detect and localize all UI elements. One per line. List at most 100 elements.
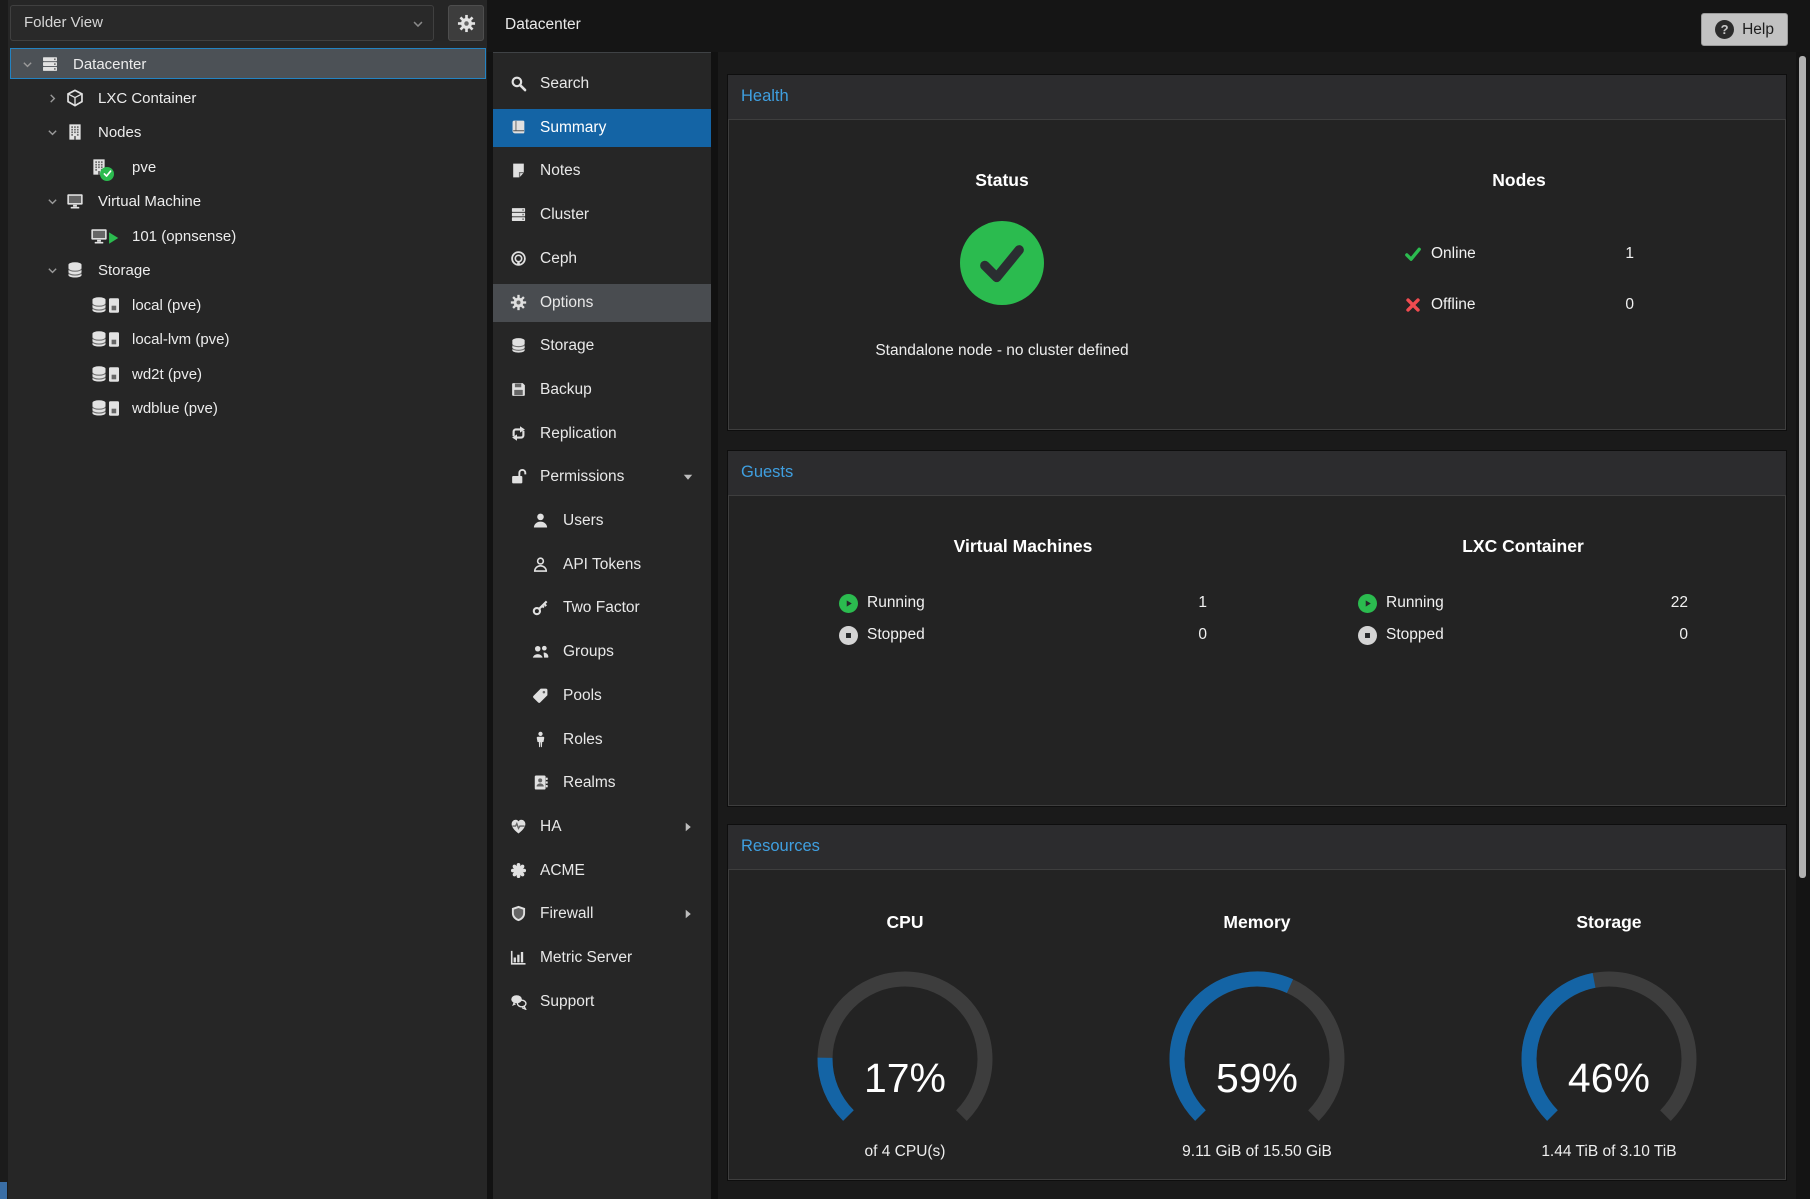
nav-item-two-factor[interactable]: Two Factor xyxy=(493,589,711,627)
nav-item-search[interactable]: Search xyxy=(493,65,711,103)
nav-item-cluster[interactable]: Cluster xyxy=(493,196,711,234)
nav-item-support[interactable]: Support xyxy=(493,983,711,1021)
tree-item-nodes[interactable]: Nodes xyxy=(10,117,486,148)
online-badge-icon xyxy=(100,167,114,181)
nav-item-api-tokens[interactable]: API Tokens xyxy=(493,546,711,584)
tree-item-label: LXC Container xyxy=(98,83,196,114)
book-icon xyxy=(510,119,527,136)
nav-item-groups[interactable]: Groups xyxy=(493,633,711,671)
vm-running-row: Running 1 xyxy=(839,589,1207,617)
tree-item-local-lvm-pve[interactable]: local-lvm (pve) xyxy=(10,324,486,355)
scrollbar-thumb[interactable] xyxy=(1799,56,1806,878)
nav-item-notes[interactable]: Notes xyxy=(493,152,711,190)
health-status-group: Status Standalone node - no cluster defi… xyxy=(842,120,1162,429)
nav-item-metric-server[interactable]: Metric Server xyxy=(493,939,711,977)
vm-stopped-count: 0 xyxy=(1198,626,1207,644)
tree-item-storage[interactable]: Storage xyxy=(10,255,486,286)
health-nodes-group: Nodes Online 1 Offline 0 xyxy=(1359,120,1679,429)
caret-right-icon xyxy=(681,907,695,921)
check-icon xyxy=(977,238,1027,288)
nav-item-summary[interactable]: Summary xyxy=(493,109,711,147)
nav-item-roles[interactable]: Roles xyxy=(493,721,711,759)
tree-item-pve[interactable]: pve xyxy=(10,152,486,183)
nav-item-label: Metric Server xyxy=(540,939,632,977)
search-icon xyxy=(510,75,527,92)
gauge-arc xyxy=(1509,971,1709,1127)
nav-item-ha[interactable]: HA xyxy=(493,808,711,846)
nav-item-label: Summary xyxy=(540,109,606,147)
tree-item-lxc-container[interactable]: LXC Container xyxy=(10,83,486,114)
gauge-widget: 59% xyxy=(1157,971,1357,1127)
nav-item-ceph[interactable]: Ceph xyxy=(493,240,711,278)
database-icon xyxy=(510,337,527,354)
chev-down-icon xyxy=(21,58,34,71)
chevron-down-icon[interactable] xyxy=(411,17,425,31)
content-panel-title: Datacenter xyxy=(505,16,581,34)
nav-item-label: Support xyxy=(540,983,594,1021)
nav-item-acme[interactable]: ACME xyxy=(493,852,711,890)
nav-item-label: Notes xyxy=(540,152,581,190)
nav-item-label: Pools xyxy=(563,677,602,715)
stop-circle-icon xyxy=(839,626,858,645)
users-icon xyxy=(532,643,549,660)
nav-item-backup[interactable]: Backup xyxy=(493,371,711,409)
status-heading: Status xyxy=(842,170,1162,191)
vm-stopped-row: Stopped 0 xyxy=(839,621,1207,649)
nav-item-realms[interactable]: Realms xyxy=(493,764,711,802)
chev-down-icon xyxy=(46,195,59,208)
play-circle-icon xyxy=(839,594,858,613)
check-icon xyxy=(103,169,112,178)
tree-item-local-pve[interactable]: local (pve) xyxy=(10,290,486,321)
nav-item-label: Ceph xyxy=(540,240,577,278)
nav-item-options[interactable]: Options xyxy=(493,284,711,322)
drive-icon xyxy=(108,331,120,348)
question-circle-icon: ? xyxy=(1715,20,1734,39)
tree-item-label: pve xyxy=(132,152,156,183)
status-ok-circle-icon xyxy=(960,221,1044,305)
nav-item-permissions[interactable]: Permissions xyxy=(493,458,711,496)
server-icon xyxy=(41,55,59,73)
view-mode-value: Folder View xyxy=(24,14,103,31)
resources-panel-header: Resources xyxy=(728,825,1786,869)
gauge-percent: 46% xyxy=(1509,1055,1709,1102)
nodes-online-row: Online 1 xyxy=(1404,239,1634,269)
tree-item-label: Storage xyxy=(98,255,151,286)
gauge-caption: 9.11 GiB of 15.50 GiB xyxy=(1081,1143,1433,1161)
tree-item-virtual-machine[interactable]: Virtual Machine xyxy=(10,186,486,217)
nav-item-storage[interactable]: Storage xyxy=(493,327,711,365)
chev-right-icon xyxy=(46,92,59,105)
tree-item-wdblue-pve[interactable]: wdblue (pve) xyxy=(10,393,486,424)
nav-item-pools[interactable]: Pools xyxy=(493,677,711,715)
tree-item-datacenter[interactable]: Datacenter xyxy=(10,48,486,79)
nav-item-label: ACME xyxy=(540,852,585,890)
tree-settings-button[interactable] xyxy=(448,5,484,41)
drive-icon xyxy=(108,366,120,383)
nav-item-label: Permissions xyxy=(540,458,624,496)
health-panel-header: Health xyxy=(728,75,1786,119)
nav-item-users[interactable]: Users xyxy=(493,502,711,540)
nav-item-replication[interactable]: Replication xyxy=(493,415,711,453)
tree-item-label: 101 (opnsense) xyxy=(132,221,236,252)
note-icon xyxy=(510,162,527,179)
tree-item-101-opnsense[interactable]: 101 (opnsense) xyxy=(10,221,486,252)
comments-icon xyxy=(510,993,527,1010)
gauge-arc xyxy=(1157,971,1357,1127)
nav-item-firewall[interactable]: Firewall xyxy=(493,895,711,933)
gauge-widget: 46% xyxy=(1509,971,1709,1127)
guests-panel-body: Virtual Machines Running 1 Stopped 0 LXC… xyxy=(728,495,1786,806)
tree-item-wd2t-pve[interactable]: wd2t (pve) xyxy=(10,359,486,390)
nav-item-label: Users xyxy=(563,502,603,540)
nav-item-label: Search xyxy=(540,65,589,103)
cube-icon xyxy=(66,89,84,107)
health-panel: Health Status Standalone node - no clust… xyxy=(727,74,1787,431)
heartbeat-icon xyxy=(510,818,527,835)
help-button[interactable]: ? Help xyxy=(1701,13,1788,46)
cross-icon xyxy=(1404,296,1422,314)
gauge-memory: Memory 59% 9.11 GiB of 15.50 GiB xyxy=(1081,870,1433,1179)
config-nav-panel: Search Summary Notes Cluster Ceph Options Stor… xyxy=(493,52,711,1199)
view-mode-select[interactable]: Folder View xyxy=(10,5,434,41)
caret-right-icon xyxy=(681,820,695,834)
gauge-caption: 1.44 TiB of 3.10 TiB xyxy=(1433,1143,1785,1161)
lxc-rows: Running 22 Stopped 0 xyxy=(1358,589,1688,649)
database-icon xyxy=(90,330,108,348)
